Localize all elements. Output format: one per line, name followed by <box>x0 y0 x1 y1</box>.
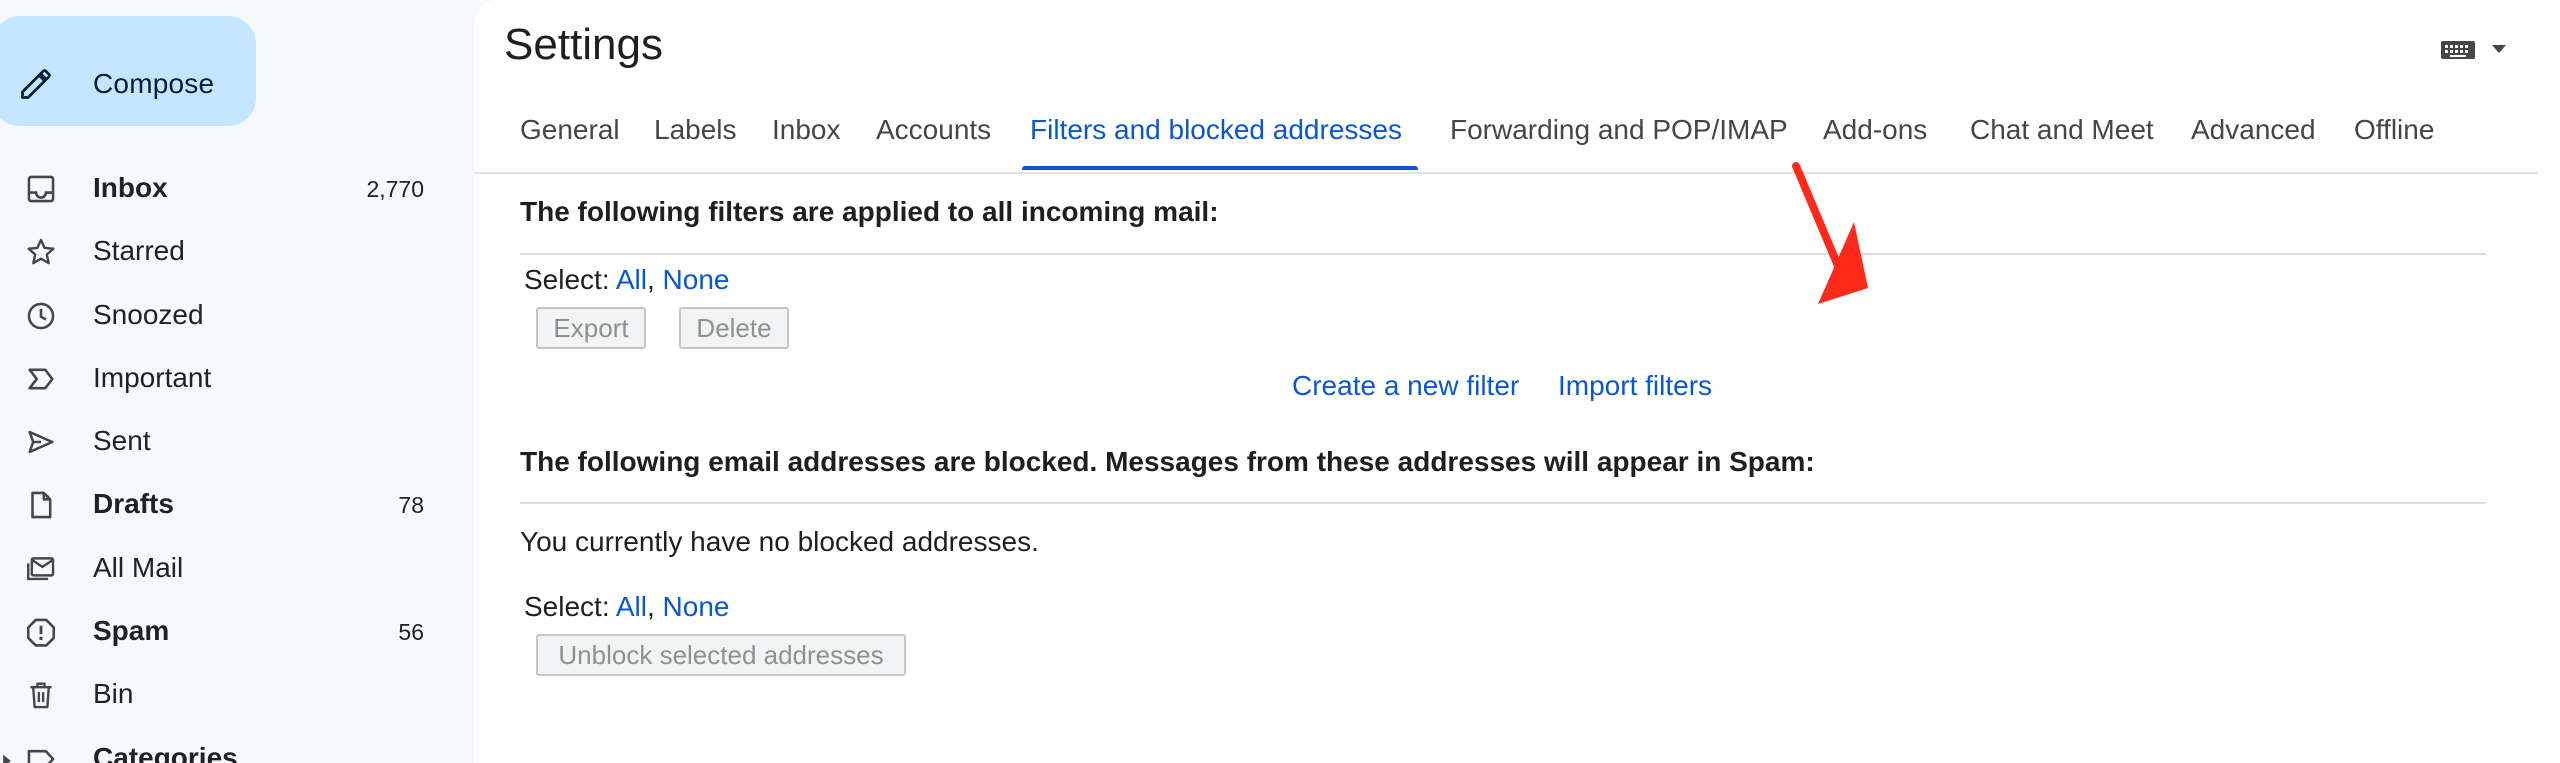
sidebar: Compose Inbox 2,770 Starred Snoozed Impo… <box>0 0 470 763</box>
select-separator: , <box>646 264 655 295</box>
sidebar-nav: Inbox 2,770 Starred Snoozed Important Se… <box>0 156 470 763</box>
sidebar-item-label: Categories <box>93 741 238 763</box>
clock-icon <box>27 302 55 329</box>
sidebar-item-categories[interactable]: Categories <box>0 726 470 763</box>
filters-heading: The following filters are applied to all… <box>520 196 1219 227</box>
label-icon <box>27 749 55 763</box>
import-actions: Import filters <box>1558 370 1712 402</box>
select-all-link[interactable]: All <box>616 264 647 295</box>
create-filter-link[interactable]: Create a new filter <box>1292 370 1519 401</box>
tab-offline[interactable]: Offline <box>2354 114 2434 170</box>
sidebar-item-label: Snoozed <box>93 298 204 330</box>
unblock-selected-button[interactable]: Unblock selected addresses <box>536 634 906 676</box>
sidebar-item-label: Sent <box>93 425 151 457</box>
tab-inbox[interactable]: Inbox <box>772 114 841 170</box>
inbox-icon <box>27 175 55 203</box>
expand-arrow-icon[interactable] <box>0 752 14 763</box>
sidebar-item-bin[interactable]: Bin <box>0 662 470 725</box>
page-title: Settings <box>504 20 663 69</box>
import-filters-link[interactable]: Import filters <box>1558 370 1712 401</box>
select-none-link[interactable]: None <box>663 264 730 295</box>
sidebar-item-drafts[interactable]: Drafts 78 <box>0 472 470 535</box>
sidebar-item-starred[interactable]: Starred <box>0 219 470 282</box>
select-label: Select: <box>524 591 610 622</box>
no-blocked-message: You currently have no blocked addresses. <box>520 526 1039 557</box>
sidebar-item-count: 78 <box>398 492 424 519</box>
blocked-heading: The following email addresses are blocke… <box>520 446 1815 477</box>
select-all-link[interactable]: All <box>616 591 647 622</box>
trash-icon <box>30 682 52 709</box>
pencil-icon <box>21 69 51 99</box>
caret-down-icon <box>2492 45 2506 53</box>
gmail-settings-window: Compose Inbox 2,770 Starred Snoozed Impo… <box>0 0 2560 763</box>
sidebar-item-label: All Mail <box>93 551 184 583</box>
annotation-arrow-icon <box>1792 162 1868 304</box>
all-mail-icon <box>27 556 55 580</box>
sidebar-item-label: Drafts <box>93 488 174 520</box>
filters-select-row: Select: All, None <box>524 264 729 296</box>
select-label: Select: <box>524 264 610 295</box>
sidebar-item-label: Bin <box>93 678 134 710</box>
filter-actions: Create a new filter <box>1292 370 1519 402</box>
export-button[interactable]: Export <box>536 307 646 349</box>
sidebar-item-label: Inbox <box>93 172 168 203</box>
star-icon <box>27 239 55 265</box>
tab-accounts[interactable]: Accounts <box>876 114 991 170</box>
sidebar-item-count: 56 <box>398 619 424 646</box>
active-tab-indicator <box>1022 166 1418 170</box>
sidebar-item-label: Important <box>93 361 212 393</box>
tab-forwarding-pop-imap[interactable]: Forwarding and POP/IMAP <box>1450 114 1788 170</box>
tab-advanced[interactable]: Advanced <box>2191 114 2316 170</box>
settings-panel: Settings General Labels Inbox Accounts F… <box>474 0 2560 763</box>
send-icon <box>28 430 54 454</box>
input-tools-button[interactable] <box>2440 34 2512 66</box>
important-icon <box>28 368 54 390</box>
sidebar-item-snoozed[interactable]: Snoozed <box>0 283 470 346</box>
settings-tabs: General Labels Inbox Accounts Filters an… <box>474 100 2538 174</box>
blocked-select-row: Select: All, None <box>524 591 729 623</box>
sidebar-item-inbox[interactable]: Inbox 2,770 <box>0 156 470 219</box>
sidebar-item-count: 2,770 <box>366 176 424 202</box>
divider <box>520 502 2486 504</box>
tab-general[interactable]: General <box>520 114 620 170</box>
sidebar-item-spam[interactable]: Spam 56 <box>0 599 470 662</box>
compose-button[interactable]: Compose <box>0 16 256 126</box>
sidebar-item-sent[interactable]: Sent <box>0 409 470 472</box>
spam-icon <box>26 618 56 647</box>
sidebar-item-label: Spam <box>93 615 170 647</box>
delete-button[interactable]: Delete <box>679 307 789 349</box>
draft-icon <box>31 492 52 519</box>
sidebar-item-label: Starred <box>93 235 185 267</box>
compose-label: Compose <box>93 68 215 99</box>
sidebar-item-important[interactable]: Important <box>0 346 470 409</box>
tab-labels[interactable]: Labels <box>654 114 737 170</box>
tab-filters-and-blocked-addresses[interactable]: Filters and blocked addresses <box>1022 114 1418 170</box>
select-none-link[interactable]: None <box>663 591 730 622</box>
tab-chat-and-meet[interactable]: Chat and Meet <box>1970 114 2154 170</box>
sidebar-item-all-mail[interactable]: All Mail <box>0 536 470 599</box>
divider <box>520 253 2486 255</box>
select-separator: , <box>646 591 655 622</box>
keyboard-icon <box>2441 41 2475 59</box>
